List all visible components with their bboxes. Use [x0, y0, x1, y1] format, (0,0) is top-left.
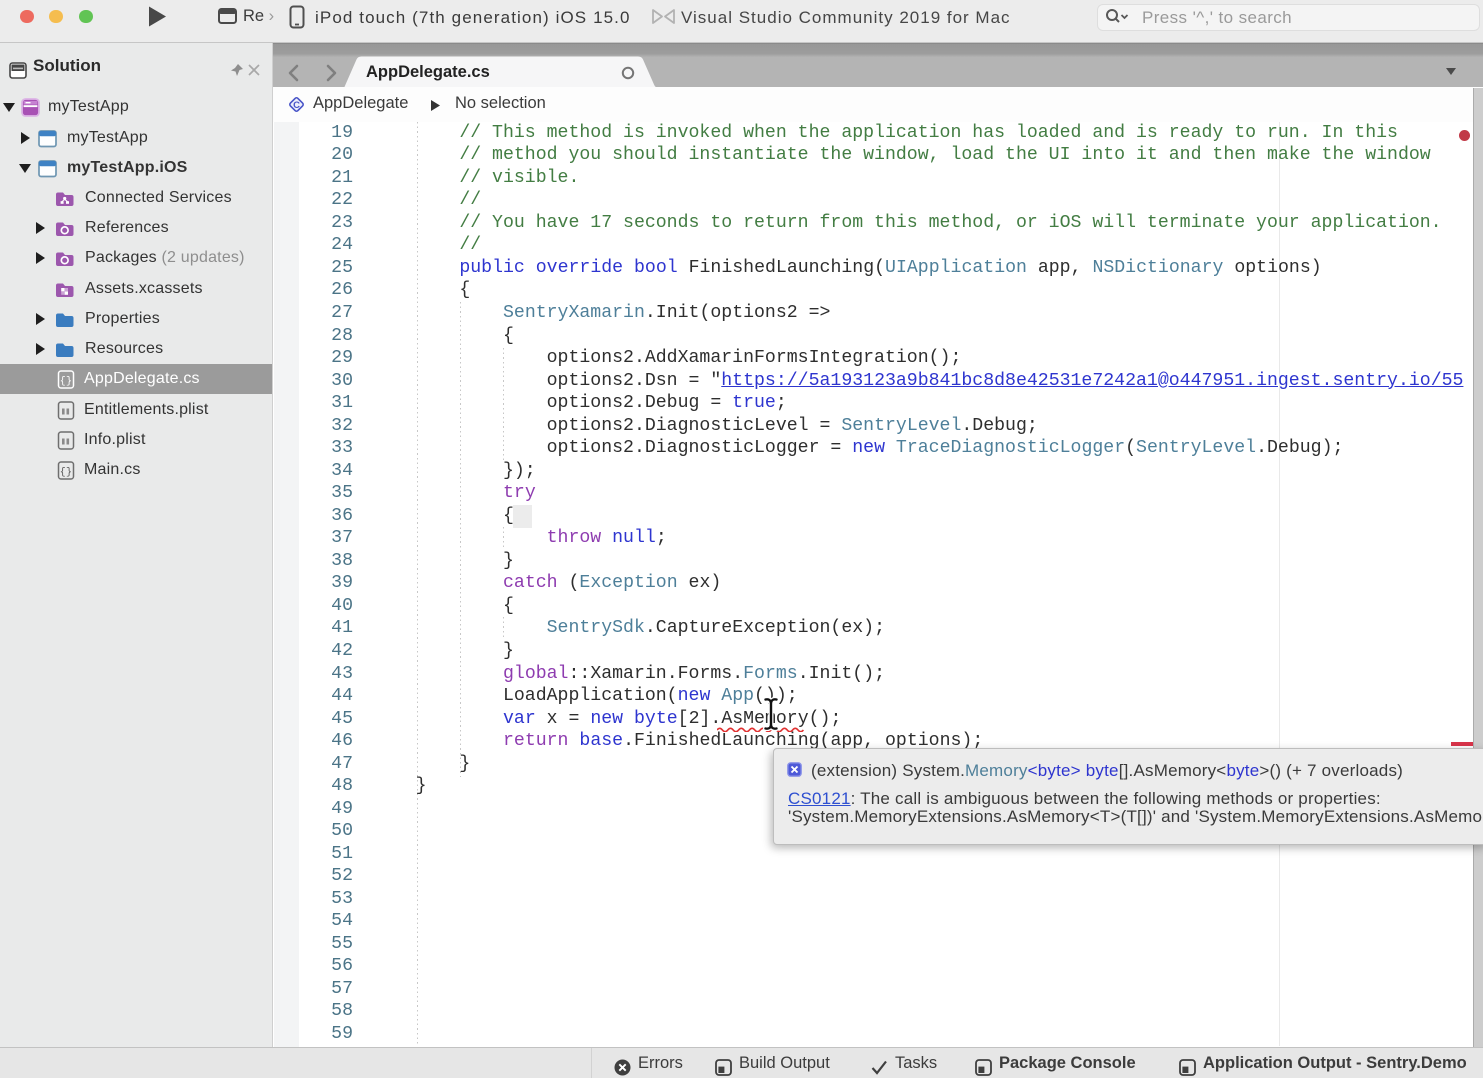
svg-text:C: C [293, 100, 300, 111]
svg-text:{}: {} [60, 466, 72, 478]
svg-text:{}: {} [60, 375, 72, 387]
